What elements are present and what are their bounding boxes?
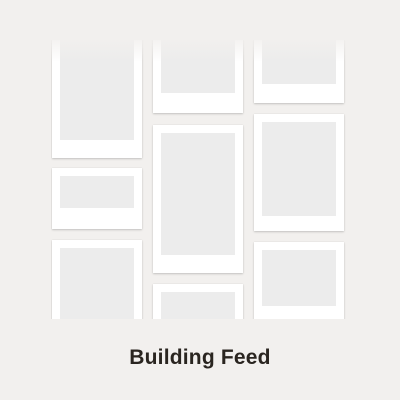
photo-placeholder <box>161 292 235 319</box>
photo-placeholder <box>60 40 134 140</box>
photo-placeholder <box>262 250 336 306</box>
status-title: Building Feed <box>129 346 271 369</box>
feed-card[interactable] <box>52 240 142 319</box>
feed-card[interactable] <box>52 40 142 158</box>
feed-card[interactable] <box>153 125 243 273</box>
photo-placeholder <box>60 248 134 319</box>
feed-card[interactable] <box>153 40 243 113</box>
photo-placeholder <box>161 40 235 93</box>
photo-placeholder <box>161 133 235 255</box>
photo-placeholder <box>262 40 336 84</box>
feed-card[interactable] <box>153 284 243 319</box>
feed-card[interactable] <box>254 114 344 231</box>
photo-placeholder <box>262 122 336 216</box>
feed-card[interactable] <box>254 242 344 319</box>
feed-grid <box>51 40 351 319</box>
feed-card[interactable] <box>254 40 344 103</box>
feed-card[interactable] <box>52 168 142 229</box>
photo-placeholder <box>60 176 134 208</box>
